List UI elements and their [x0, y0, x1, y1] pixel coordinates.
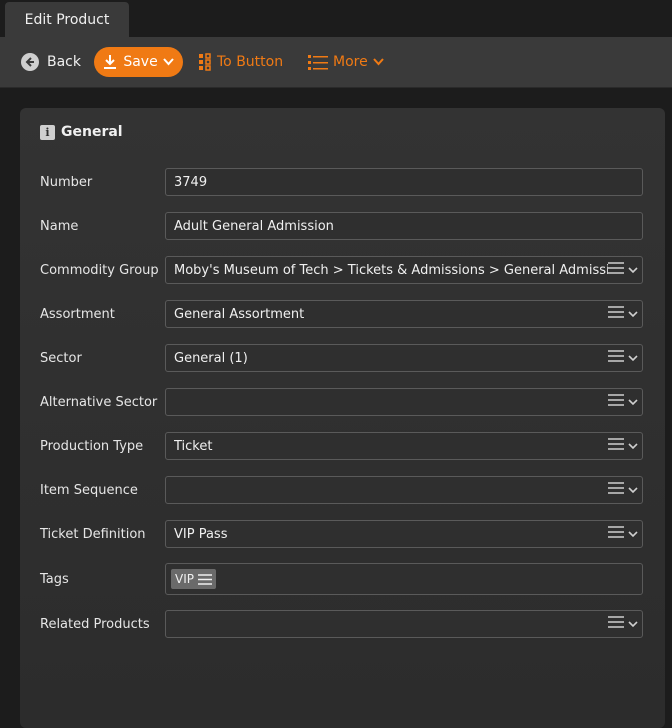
chevron-down-icon: [162, 58, 174, 66]
ticket-definition-select[interactable]: VIP Pass: [165, 520, 643, 548]
tags-field[interactable]: VIP: [165, 563, 643, 595]
list-icon[interactable]: [608, 526, 624, 542]
chevron-down-icon[interactable]: [628, 351, 638, 366]
general-panel: i General Number 3749 Name Adult General…: [20, 108, 665, 728]
more-button[interactable]: More: [308, 47, 384, 77]
back-arrow-icon: [21, 53, 39, 71]
tab-edit-product[interactable]: Edit Product: [5, 2, 129, 37]
tab-title: Edit Product: [24, 11, 110, 28]
list-icon[interactable]: [197, 573, 212, 585]
sector-label: Sector: [40, 351, 82, 366]
more-label: More: [333, 54, 368, 70]
commodity-group-select[interactable]: Moby's Museum of Tech > Tickets & Admiss…: [165, 256, 643, 284]
chevron-down-icon[interactable]: [628, 483, 638, 498]
related-products-label: Related Products: [40, 617, 150, 632]
list-icon[interactable]: [608, 616, 624, 632]
assortment-label: Assortment: [40, 307, 115, 322]
to-button-label: To Button: [217, 54, 284, 70]
chevron-down-icon[interactable]: [628, 439, 638, 454]
name-value: Adult General Admission: [174, 218, 334, 234]
back-label: Back: [47, 54, 81, 70]
chevron-down-icon: [372, 58, 384, 66]
item-sequence-label: Item Sequence: [40, 483, 138, 498]
list-icon: [308, 54, 328, 70]
number-field[interactable]: 3749: [165, 168, 643, 196]
tab-bar: Edit Product: [0, 0, 672, 37]
production-type-label: Production Type: [40, 439, 144, 454]
production-type-select[interactable]: Ticket: [165, 432, 643, 460]
chevron-down-icon[interactable]: [628, 527, 638, 542]
name-label: Name: [40, 219, 79, 234]
section-title: General: [61, 124, 123, 140]
chevron-down-icon[interactable]: [628, 307, 638, 322]
name-field[interactable]: Adult General Admission: [165, 212, 643, 240]
list-icon[interactable]: [608, 350, 624, 366]
number-label: Number: [40, 175, 93, 190]
commodity-group-label: Commodity Group: [40, 263, 159, 278]
chevron-down-icon[interactable]: [628, 395, 638, 410]
item-sequence-select[interactable]: [165, 476, 643, 504]
number-value: 3749: [174, 174, 208, 190]
tag-label: VIP: [175, 572, 194, 586]
tag-chip[interactable]: VIP: [171, 569, 216, 589]
assortment-select[interactable]: General Assortment: [165, 300, 643, 328]
chevron-down-icon[interactable]: [628, 617, 638, 632]
list-icon[interactable]: [608, 394, 624, 410]
save-label: Save: [123, 54, 158, 70]
toolbar: Back Save To Button More: [0, 37, 672, 88]
ticket-definition-label: Ticket Definition: [40, 527, 146, 542]
list-icon[interactable]: [608, 438, 624, 454]
list-icon[interactable]: [608, 262, 624, 278]
related-products-select[interactable]: [165, 610, 643, 638]
chevron-down-icon[interactable]: [628, 263, 638, 278]
back-button[interactable]: Back: [21, 47, 81, 77]
to-button-button[interactable]: To Button: [198, 47, 283, 77]
download-icon: [103, 54, 117, 70]
info-icon: i: [40, 124, 55, 140]
alternative-sector-select[interactable]: [165, 388, 643, 416]
production-type-value: Ticket: [174, 438, 213, 454]
list-icon[interactable]: [608, 306, 624, 322]
tags-label: Tags: [40, 572, 69, 587]
sector-value: General (1): [174, 350, 248, 366]
grid-icon: [198, 53, 212, 71]
section-header: i General: [40, 124, 123, 140]
save-button[interactable]: Save: [94, 47, 183, 77]
list-icon[interactable]: [608, 482, 624, 498]
sector-select[interactable]: General (1): [165, 344, 643, 372]
alternative-sector-label: Alternative Sector: [40, 395, 158, 410]
commodity-group-value: Moby's Museum of Tech > Tickets & Admiss…: [174, 262, 608, 278]
assortment-value: General Assortment: [174, 306, 305, 322]
ticket-definition-value: VIP Pass: [174, 526, 228, 542]
